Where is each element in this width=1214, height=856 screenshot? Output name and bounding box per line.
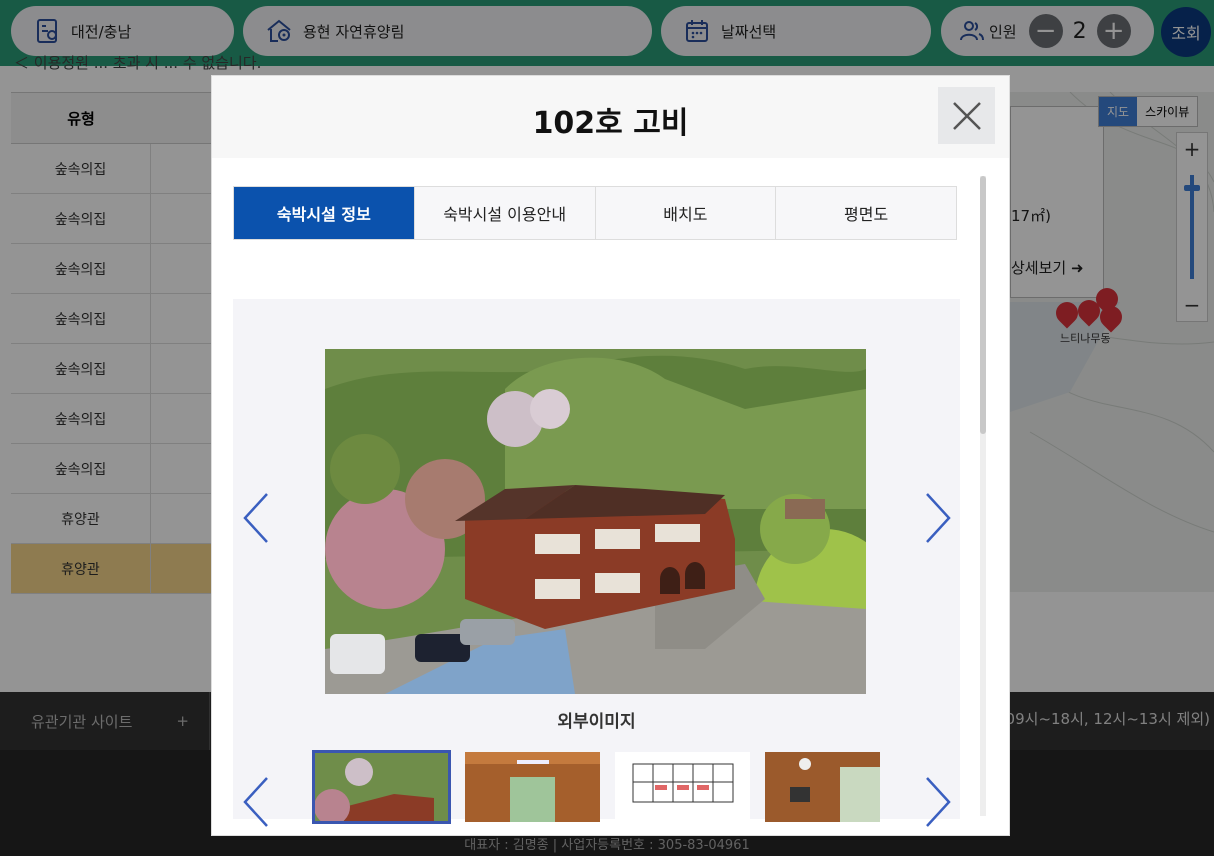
thumbnail-image <box>465 752 600 822</box>
thumbnail-exterior[interactable] <box>312 750 451 824</box>
tab-layout[interactable]: 배치도 <box>595 187 777 239</box>
main-photo <box>325 349 866 694</box>
photo-gallery: 외부이미지 <box>233 299 960 827</box>
modal-scrollbar-thumb[interactable] <box>980 176 986 434</box>
thumbnail-room[interactable] <box>765 752 880 822</box>
tab-usage-guide[interactable]: 숙박시설 이용안내 <box>414 187 596 239</box>
next-arrow-icon[interactable] <box>923 492 953 544</box>
room-detail-modal: 102호 고비 숙박시설 정보 숙박시설 이용안내 배치도 평면도 외부이미지 <box>211 75 1010 836</box>
thumb-next-arrow-icon[interactable] <box>923 776 953 828</box>
prev-arrow-icon[interactable] <box>241 492 271 544</box>
photo-caption: 외부이미지 <box>557 712 636 732</box>
thumbnail-interior[interactable] <box>465 752 600 822</box>
thumb-prev-arrow-icon[interactable] <box>241 776 271 828</box>
tab-facility-info[interactable]: 숙박시설 정보 <box>234 187 415 239</box>
thumbnail-image <box>765 752 880 822</box>
thumbnail-floorplan[interactable] <box>615 752 750 822</box>
modal-tabs: 숙박시설 정보 숙박시설 이용안내 배치도 평면도 <box>233 186 957 240</box>
thumbnail-image <box>314 752 449 822</box>
close-button[interactable] <box>938 87 995 144</box>
lodge-exterior-image <box>325 349 866 694</box>
tab-floor-plan[interactable]: 평면도 <box>776 187 956 239</box>
thumbnail-image <box>615 752 750 822</box>
modal-title: 102호 고비 <box>532 106 689 141</box>
close-icon <box>952 101 981 130</box>
modal-header: 102호 고비 <box>212 76 1009 158</box>
